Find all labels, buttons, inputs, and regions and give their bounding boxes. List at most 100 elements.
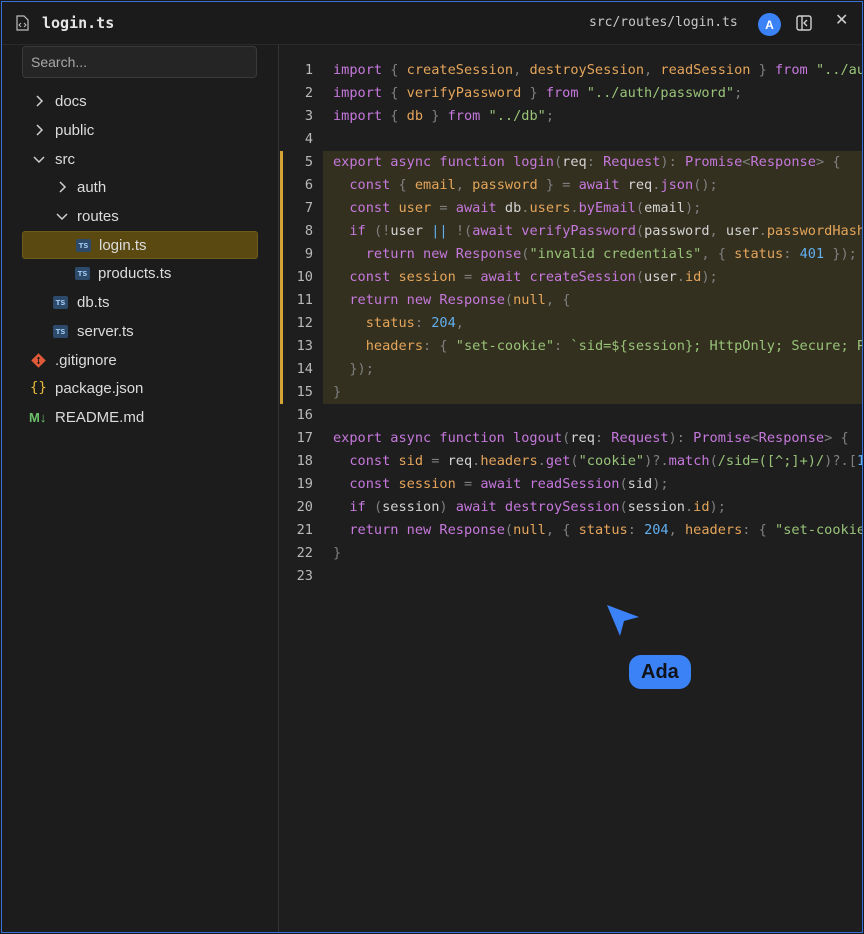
code-text: headers: { "set-cookie": `sid=${session}… — [365, 338, 862, 354]
line-number: 7 — [304, 200, 313, 216]
code-text: const session = await createSession(user… — [349, 269, 718, 285]
code-text: }); — [349, 361, 374, 377]
code-line: 19 const session = await readSession(sid… — [279, 473, 862, 496]
tree-item-label: public — [55, 122, 95, 139]
code-line: 5 export async function login(req: Reques… — [279, 151, 862, 174]
code-line: 13 headers: { "set-cookie": `sid=${sessi… — [279, 335, 862, 358]
tree-item-label: package.json — [55, 380, 144, 397]
tree-folder-routes[interactable]: routes — [22, 203, 258, 231]
code-line: 14 }); — [279, 358, 862, 381]
tree-item-label: README.md — [55, 409, 145, 426]
tree-item-label: src — [55, 151, 75, 168]
code-text: import { createSession, destroySession, … — [333, 62, 862, 78]
code-text: export async function logout(req: Reques… — [333, 430, 849, 446]
code-line: 22} — [279, 542, 862, 565]
code-line: 9 return new Response("invalid credentia… — [279, 243, 862, 266]
tree-file-package-json[interactable]: {} package.json — [22, 375, 258, 403]
line-number: 14 — [296, 361, 313, 377]
code-line: 6 const { email, password } = await req.… — [279, 174, 862, 197]
line-number: 15 — [296, 384, 313, 400]
code-line: 15} — [279, 381, 862, 404]
editor-window: login.ts src/routes/login.ts A ✕ docs pu… — [1, 1, 863, 933]
tree-file-gitignore[interactable]: .gitignore — [22, 347, 258, 375]
title-bar: login.ts src/routes/login.ts A ✕ — [2, 2, 862, 45]
tree-file-login[interactable]: TS login.ts — [22, 231, 258, 259]
code-text: } — [333, 384, 342, 400]
toggle-sidebar-icon[interactable] — [796, 15, 812, 31]
line-number: 8 — [304, 223, 313, 239]
line-number: 2 — [304, 85, 313, 101]
code-text: status: 204, — [365, 315, 464, 331]
code-line: 18 const sid = req.headers.get("cookie")… — [279, 450, 862, 473]
tree-item-label: server.ts — [77, 323, 134, 340]
line-number: 16 — [296, 407, 313, 423]
tree-item-label: auth — [77, 179, 107, 196]
chevron-right-icon — [36, 124, 44, 136]
line-number: 21 — [296, 522, 313, 538]
tree-folder-auth[interactable]: auth — [22, 174, 258, 202]
typescript-icon: TS — [75, 267, 90, 280]
code-line: 7 const user = await db.users.byEmail(em… — [279, 197, 862, 220]
code-line: 17 export async function logout(req: Requ… — [279, 427, 862, 450]
line-number: 19 — [296, 476, 313, 492]
tree-folder-docs[interactable]: docs — [22, 88, 258, 116]
file-title: login.ts — [42, 14, 115, 32]
tree-item-label: db.ts — [77, 294, 110, 311]
code-text: } — [333, 545, 342, 561]
json-icon: {} — [30, 380, 47, 396]
line-number: 23 — [296, 568, 313, 584]
code-line: 8 if (!user || !(await verifyPassword(pa… — [279, 220, 862, 243]
chevron-down-icon — [33, 156, 45, 164]
line-number: 6 — [304, 177, 313, 193]
tree-file-server[interactable]: TS server.ts — [22, 318, 258, 346]
tree-file-db[interactable]: TS db.ts — [22, 289, 258, 317]
code-line: 23 — [279, 565, 862, 588]
typescript-icon: TS — [53, 296, 68, 309]
code-text: const user = await db.users.byEmail(emai… — [349, 200, 702, 216]
user-avatar[interactable]: A — [758, 13, 781, 36]
chevron-right-icon — [59, 181, 67, 193]
line-number: 12 — [296, 315, 313, 331]
code-text: const { email, password } = await req.js… — [349, 177, 718, 193]
close-icon[interactable]: ✕ — [835, 13, 849, 29]
line-number: 5 — [304, 154, 313, 170]
tree-file-products[interactable]: TS products.ts — [22, 260, 258, 288]
code-text: return new Response(null, { status: 204,… — [349, 522, 862, 538]
code-text: if (session) await destroySession(sessio… — [349, 499, 726, 515]
code-text: return new Response(null, { — [349, 292, 571, 308]
code-line: 2 import { verifyPassword } from "../auth… — [279, 82, 862, 105]
line-number: 4 — [304, 131, 313, 147]
typescript-icon: TS — [53, 325, 68, 338]
line-number: 17 — [296, 430, 313, 446]
tree-item-label: login.ts — [99, 237, 147, 254]
tree-item-label: .gitignore — [55, 352, 117, 369]
code-text: if (!user || !(await verifyPassword(pass… — [349, 223, 862, 239]
code-line: 12 status: 204, — [279, 312, 862, 335]
line-number: 3 — [304, 108, 313, 124]
line-number: 11 — [296, 292, 313, 308]
code-line: 1 import { createSession, destroySession,… — [279, 59, 862, 82]
chevron-down-icon — [56, 213, 68, 221]
code-line: 20 if (session) await destroySession(ses… — [279, 496, 862, 519]
chevron-right-icon — [36, 95, 44, 107]
line-number: 1 — [304, 62, 313, 78]
tree-folder-src[interactable]: src — [22, 146, 258, 174]
markdown-icon: M↓ — [29, 410, 47, 425]
code-text: const sid = req.headers.get("cookie")?.m… — [349, 453, 862, 469]
code-text: import { verifyPassword } from "../auth/… — [333, 85, 743, 101]
code-line: 10 const session = await createSession(u… — [279, 266, 862, 289]
tree-item-label: products.ts — [98, 265, 172, 282]
code-text: const session = await readSession(sid); — [349, 476, 669, 492]
code-editor[interactable]: 1 import { createSession, destroySession,… — [279, 45, 862, 932]
collaborator-name-tag: Ada — [629, 655, 691, 689]
typescript-icon: TS — [76, 239, 91, 252]
tree-item-label: docs — [55, 93, 87, 110]
git-icon — [31, 353, 46, 368]
code-line: 21 return new Response(null, { status: 2… — [279, 519, 862, 542]
code-text: return new Response("invalid credentials… — [365, 246, 857, 262]
tree-folder-public[interactable]: public — [22, 117, 258, 145]
line-number: 22 — [296, 545, 313, 561]
tree-file-readme[interactable]: M↓ README.md — [22, 404, 258, 432]
code-text: import { db } from "../db"; — [333, 108, 555, 124]
search-input[interactable] — [22, 46, 257, 78]
